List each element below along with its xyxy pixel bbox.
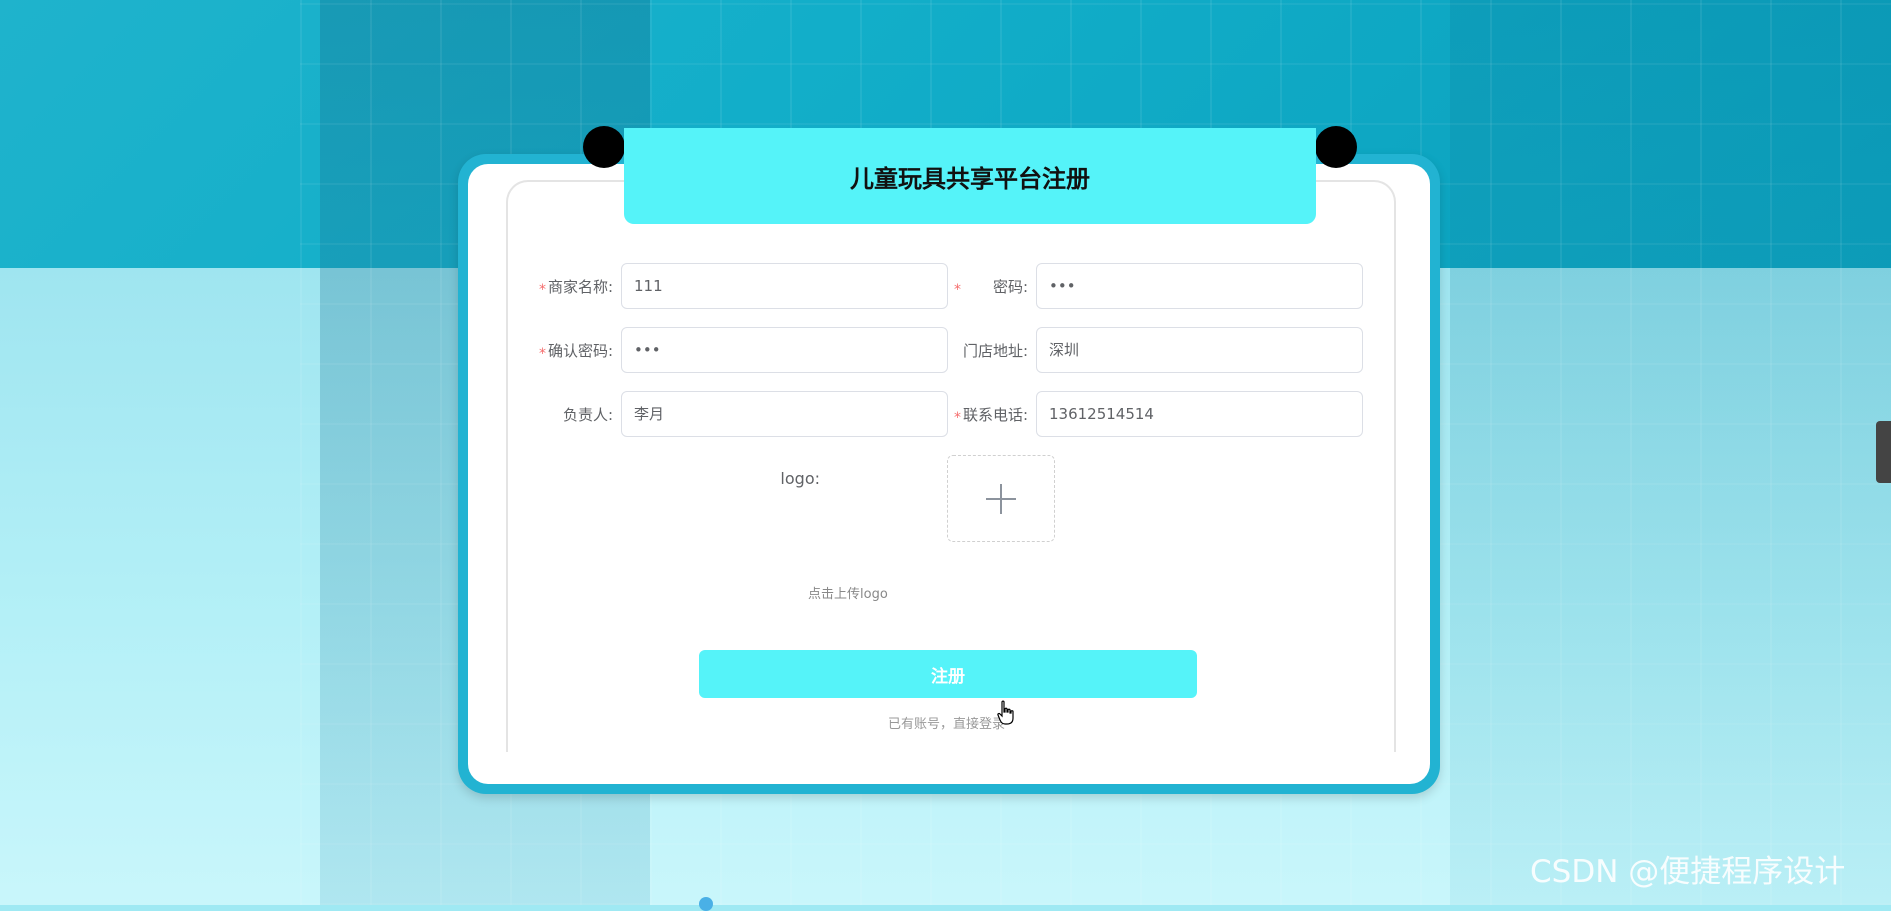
plus-icon — [986, 483, 1016, 514]
store-address-input[interactable]: 深圳 — [1036, 327, 1363, 373]
register-button[interactable]: 注册 — [699, 650, 1197, 698]
logo-upload-hint: 点击上传logo — [808, 587, 888, 602]
hand-pointer-icon — [997, 700, 1014, 725]
confirm-password-input[interactable]: ••• — [621, 327, 948, 373]
merchant-name-label: 商家名称: — [547, 278, 613, 296]
merchant-name-input[interactable]: 111 — [621, 263, 948, 309]
logo-label: logo: — [780, 469, 820, 488]
manager-label: 负责人: — [562, 406, 613, 424]
required-mark: * — [954, 282, 961, 298]
title-banner: 儿童玩具共享平台注册 — [624, 128, 1316, 224]
store-address-label: 门店地址: — [962, 342, 1028, 360]
login-link[interactable]: 已有账号，直接登录 — [888, 713, 1005, 732]
indicator-dot — [699, 897, 713, 911]
password-label: 密码: — [992, 278, 1028, 296]
manager-input[interactable]: 李月 — [621, 391, 948, 437]
card-ear-left — [583, 126, 625, 168]
card-ear-right — [1315, 126, 1357, 168]
phone-label: 联系电话: — [962, 406, 1028, 424]
watermark: CSDN @便捷程序设计 — [1530, 854, 1846, 890]
page-title: 儿童玩具共享平台注册 — [850, 164, 1090, 193]
logo-upload[interactable] — [947, 455, 1055, 542]
confirm-password-label: 确认密码: — [547, 342, 613, 360]
side-drawer-handle[interactable] — [1876, 421, 1891, 483]
phone-input[interactable]: 13612514514 — [1036, 391, 1363, 437]
password-input[interactable]: ••• — [1036, 263, 1363, 309]
